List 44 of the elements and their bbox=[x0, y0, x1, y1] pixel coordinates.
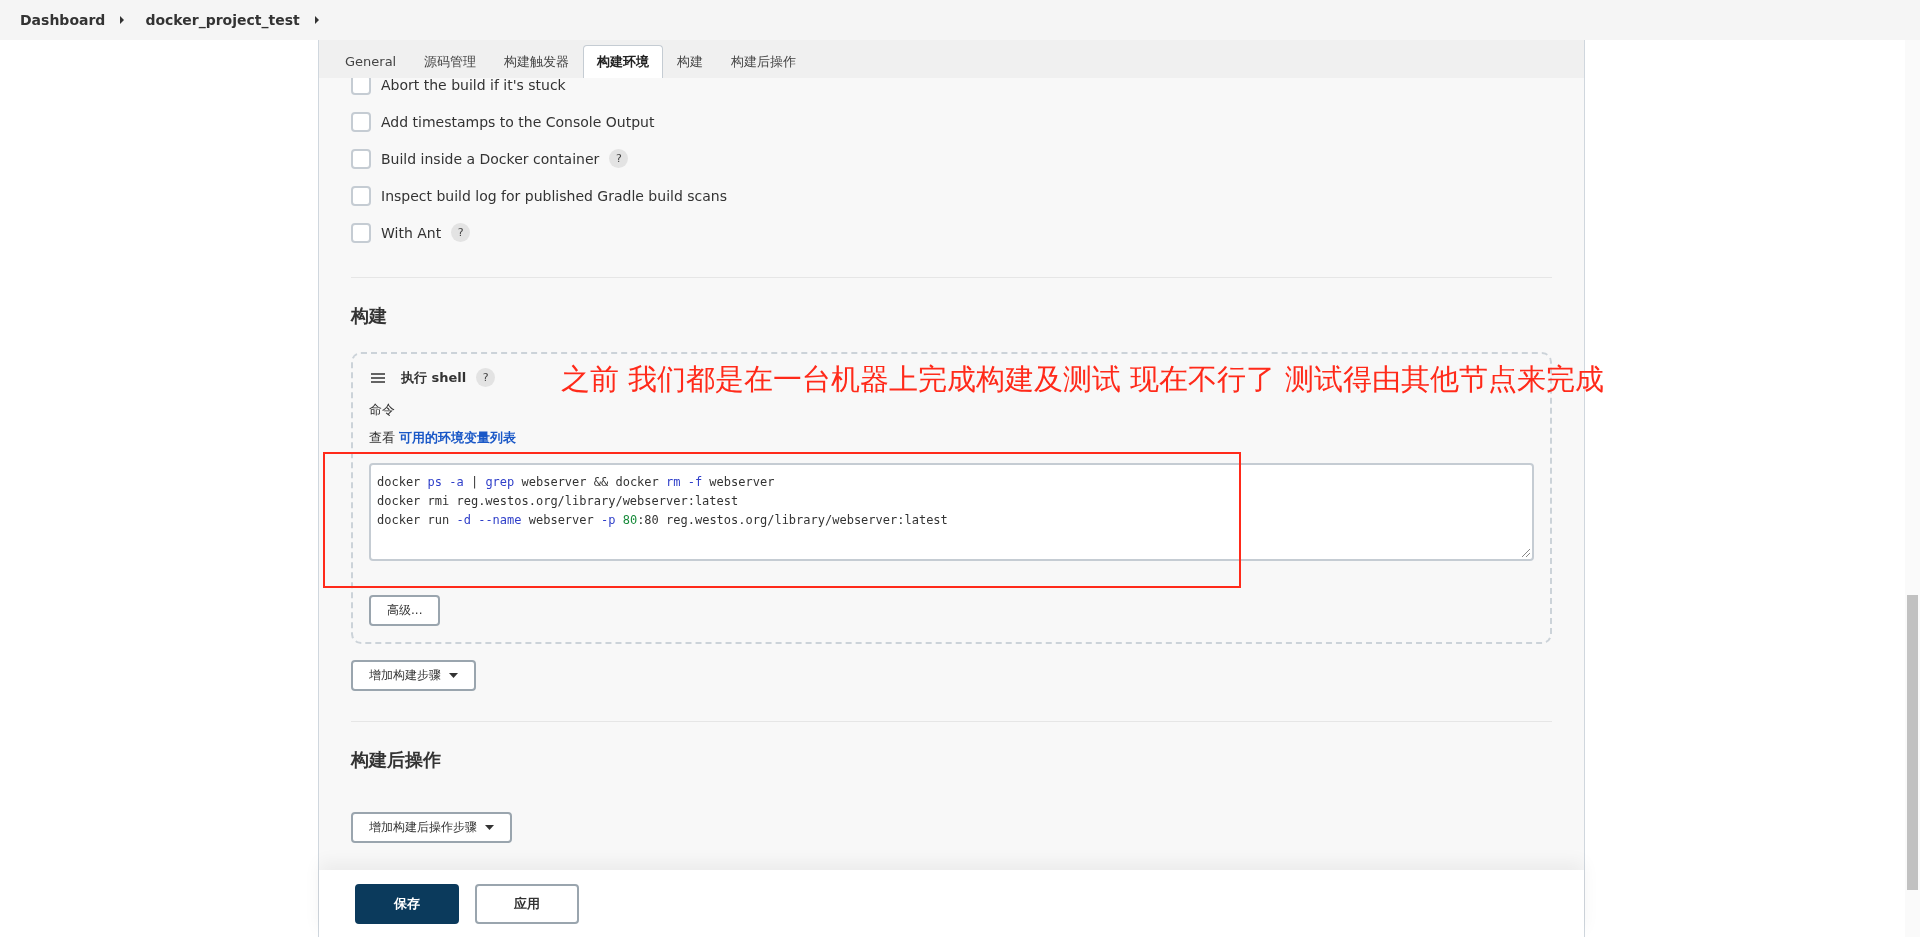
code-line: docker ps -a | grep webserver && docker rm -f webserver bbox=[377, 474, 776, 491]
config-tab[interactable]: 构建触发器 bbox=[490, 45, 584, 78]
config-tab[interactable]: 构建环境 bbox=[583, 45, 664, 78]
field-label: 命令 bbox=[369, 401, 395, 419]
config-tab[interactable]: 源码管理 bbox=[410, 45, 491, 78]
drag-handle-icon[interactable] bbox=[371, 372, 385, 383]
code-line: docker run -d --name webserver -p 80:80 reg.westos.org/library/webserver:latest bbox=[377, 512, 949, 529]
help-icon[interactable]: ? bbox=[609, 149, 629, 168]
save-button[interactable]: 保存 bbox=[355, 883, 459, 924]
section-heading: 构建 bbox=[351, 304, 388, 328]
caret-icon bbox=[485, 825, 494, 830]
checkbox-label: Add timestamps to the Console Output bbox=[381, 113, 655, 130]
config-tab[interactable]: 构建 bbox=[663, 45, 718, 78]
step-title: 执行 shell bbox=[401, 368, 467, 387]
breadcrumb-link[interactable]: Dashboard bbox=[20, 12, 106, 28]
checkbox-label: Abort the build if it's stuck bbox=[381, 78, 566, 93]
annotation-text: 之前 我们都是在一台机器上完成构建及测试 现在不行了 测试得由其他节点来完成 bbox=[561, 361, 1604, 398]
code-line: docker rmi reg.westos.org/library/webserver:latest bbox=[377, 493, 740, 510]
section-heading: 构建后操作 bbox=[351, 748, 442, 772]
checkbox[interactable] bbox=[351, 222, 371, 243]
add-post-build-step-button[interactable]: 增加构建后操作步骤 bbox=[351, 812, 512, 843]
config-tab[interactable]: General bbox=[331, 45, 411, 78]
breadcrumb-link[interactable]: docker_project_test bbox=[145, 12, 300, 28]
resize-handle-icon[interactable] bbox=[1522, 549, 1530, 557]
checkbox-label: With Ant bbox=[381, 224, 442, 241]
scrollbar-thumb[interactable] bbox=[1907, 595, 1918, 890]
caret-icon[interactable] bbox=[119, 15, 126, 25]
command-textarea[interactable]: docker ps -a | grep webserver && docker rm -f webserver docker rmi reg.westos.org/library/webserver:latest docker run -d --name webserver -p 80:80 reg.westos.org/library/webserver:latest bbox=[369, 463, 1534, 561]
hint-text: 查看 bbox=[369, 430, 395, 445]
help-icon[interactable]: ? bbox=[451, 223, 471, 242]
help-icon[interactable]: ? bbox=[476, 368, 496, 387]
checkbox-label: Build inside a Docker container bbox=[381, 150, 600, 167]
caret-icon[interactable] bbox=[313, 15, 320, 25]
advanced-button[interactable]: 高级... bbox=[369, 595, 441, 626]
apply-button[interactable]: 应用 bbox=[475, 883, 579, 924]
caret-icon bbox=[449, 673, 458, 678]
checkbox[interactable] bbox=[351, 111, 371, 132]
config-tab[interactable]: 构建后操作 bbox=[717, 45, 811, 78]
checkbox-label: Inspect build log for published Gradle build scans bbox=[381, 187, 727, 204]
checkbox[interactable] bbox=[351, 185, 371, 206]
env-vars-link[interactable]: 可用的环境变量列表 bbox=[399, 430, 516, 445]
checkbox[interactable] bbox=[351, 78, 371, 95]
checkbox[interactable] bbox=[351, 148, 371, 169]
add-build-step-button[interactable]: 增加构建步骤 bbox=[351, 660, 476, 691]
